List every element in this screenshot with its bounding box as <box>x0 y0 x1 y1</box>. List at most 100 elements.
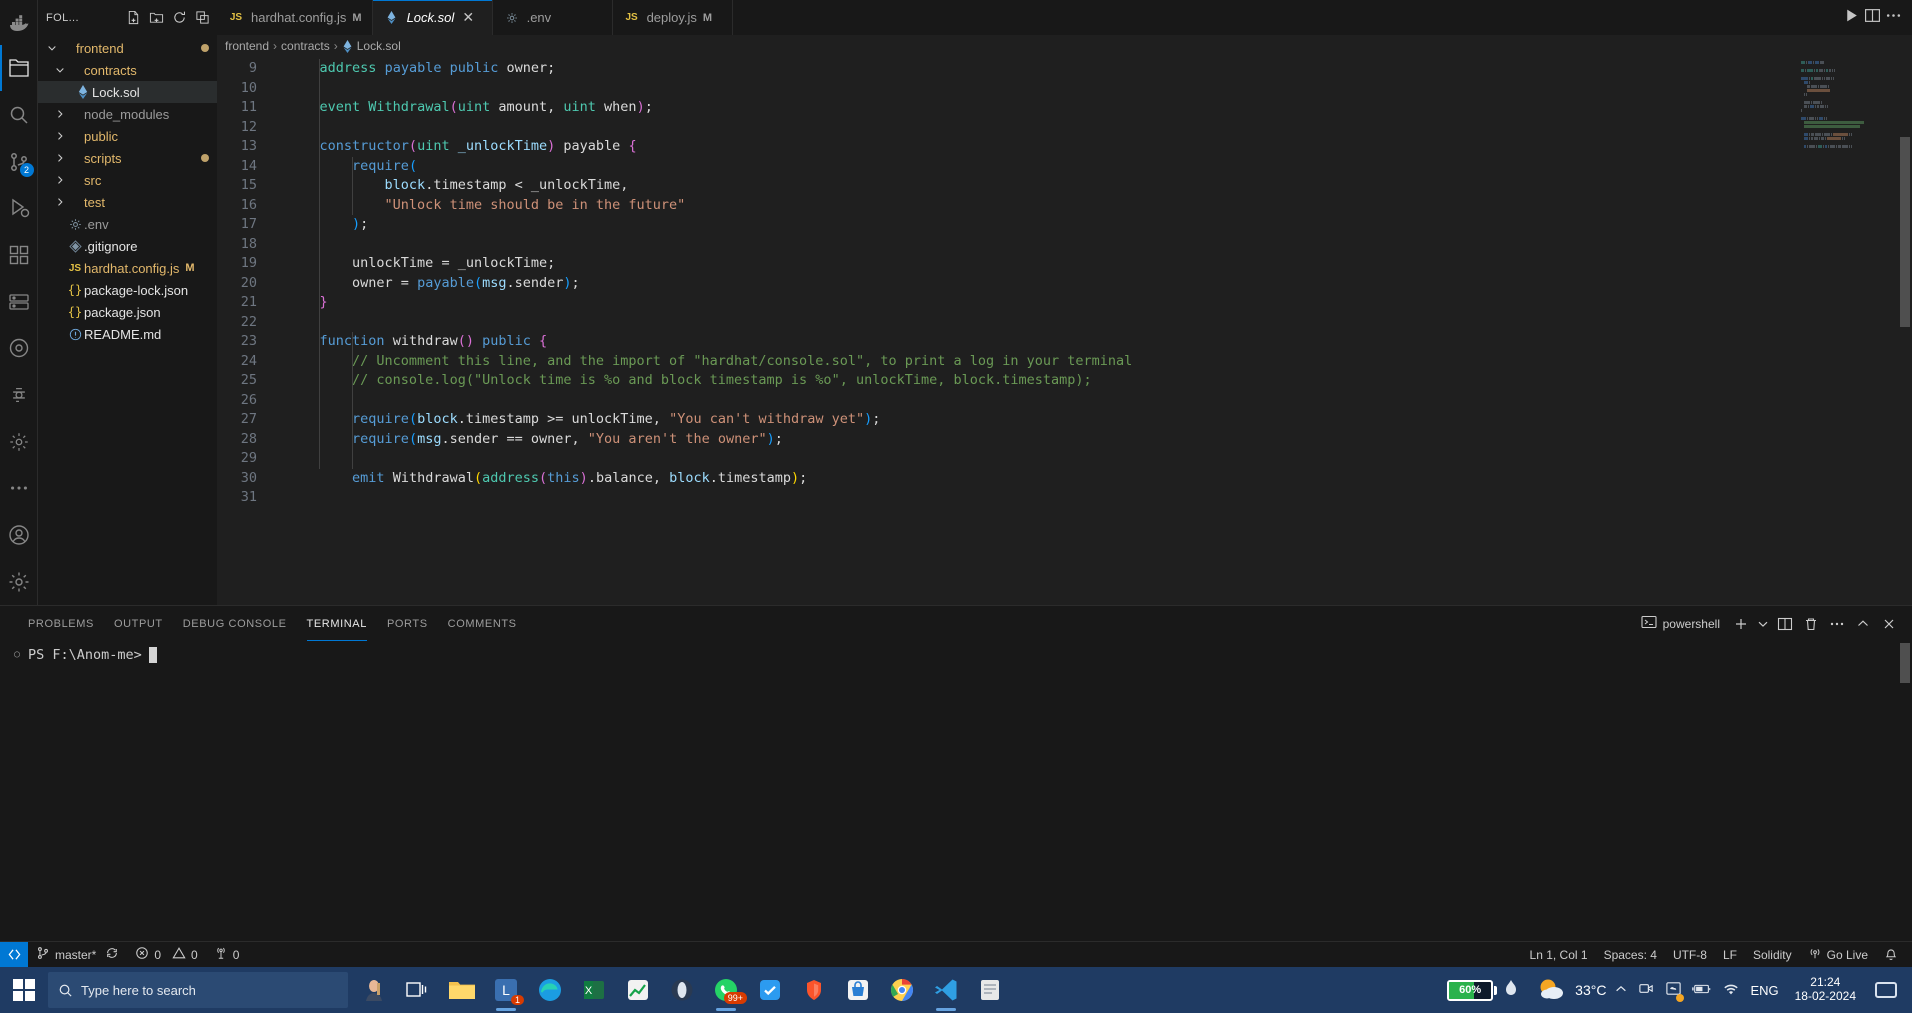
panel-tab-comments[interactable]: COMMENTS <box>438 606 527 641</box>
camera-icon[interactable] <box>1638 980 1655 1000</box>
status-language-mode[interactable]: Solidity <box>1745 942 1800 968</box>
chevron-up-icon[interactable] <box>1614 982 1628 999</box>
close-panel-button[interactable] <box>1878 613 1900 635</box>
chevron-right-icon[interactable] <box>54 175 66 185</box>
status-encoding[interactable]: UTF-8 <box>1665 942 1715 968</box>
chevron-down-icon[interactable] <box>54 65 66 75</box>
tree-item-node-modules[interactable]: node_modules <box>38 103 217 125</box>
tree-item--env[interactable]: .env <box>38 213 217 235</box>
split-editor-button[interactable] <box>1864 7 1881 29</box>
tree-item-public[interactable]: public <box>38 125 217 147</box>
chrome-icon[interactable] <box>882 967 922 1013</box>
terminal-output[interactable]: ○ PS F:\Anom-me> <box>0 641 1912 941</box>
remote-window-icon[interactable] <box>0 941 28 968</box>
excel-icon[interactable]: X <box>574 967 614 1013</box>
panel-tab-ports[interactable]: PORTS <box>377 606 438 641</box>
split-terminal-button[interactable] <box>1774 613 1796 635</box>
chevron-right-icon[interactable] <box>54 131 66 141</box>
lockdown-browser-icon[interactable]: L 1 <box>486 967 526 1013</box>
breadcrumb-item-subfolder[interactable]: contracts <box>281 39 330 53</box>
tree-item-frontend[interactable]: frontend <box>38 37 217 59</box>
store-icon[interactable] <box>838 967 878 1013</box>
tree-item-lock-sol[interactable]: Lock.sol <box>38 81 217 103</box>
source-control-icon[interactable]: 2 <box>0 138 38 185</box>
todoist-icon[interactable] <box>750 967 790 1013</box>
tree-item-package-lock-json[interactable]: {} package-lock.json <box>38 279 217 301</box>
panel-tab-problems[interactable]: PROBLEMS <box>18 606 104 641</box>
clock[interactable]: 21:24 18-02-2024 <box>1787 975 1864 1004</box>
run-debug-icon[interactable] <box>0 185 38 232</box>
manage-icon[interactable] <box>0 558 38 605</box>
figma-icon[interactable] <box>0 372 38 419</box>
tree-item-src[interactable]: src <box>38 169 217 191</box>
status-eol[interactable]: LF <box>1715 942 1745 968</box>
code-content[interactable]: address payable public owner; event With… <box>275 57 1912 605</box>
chevron-right-icon[interactable] <box>54 197 66 207</box>
language-indicator[interactable]: ENG <box>1750 983 1778 998</box>
new-terminal-button[interactable] <box>1730 613 1752 635</box>
terminal-tab-item[interactable]: powershell <box>1641 614 1726 633</box>
tree-item-test[interactable]: test <box>38 191 217 213</box>
panel-tab-terminal[interactable]: TERMINAL <box>297 606 377 641</box>
chevron-right-icon[interactable] <box>54 153 66 163</box>
breadcrumb-item-file[interactable]: Lock.sol <box>357 39 401 53</box>
new-folder-button[interactable] <box>145 7 167 29</box>
editor-more-actions-button[interactable] <box>1885 7 1902 29</box>
tree-item-hardhat-config-js[interactable]: JS hardhat.config.js M <box>38 257 217 279</box>
notes-icon[interactable] <box>970 967 1010 1013</box>
status-problems[interactable]: 0 0 <box>127 942 205 968</box>
editor-tab--env[interactable]: .env <box>492 0 613 35</box>
run-file-button[interactable] <box>1843 7 1860 29</box>
opera-icon[interactable] <box>662 967 702 1013</box>
breadcrumb-item-folder[interactable]: frontend <box>225 39 269 53</box>
brave-icon[interactable] <box>794 967 834 1013</box>
collapse-folders-button[interactable] <box>191 7 213 29</box>
extensions-icon[interactable] <box>0 232 38 279</box>
onedrive-icon[interactable] <box>1665 980 1685 1002</box>
file-explorer-icon[interactable] <box>442 967 482 1013</box>
status-indentation[interactable]: Spaces: 4 <box>1596 942 1665 968</box>
status-cursor-position[interactable]: Ln 1, Col 1 <box>1522 942 1596 968</box>
tree-item-scripts[interactable]: scripts <box>38 147 217 169</box>
maximize-panel-button[interactable] <box>1852 613 1874 635</box>
panel-tab-output[interactable]: OUTPUT <box>104 606 173 641</box>
vscode-icon[interactable] <box>926 967 966 1013</box>
tree-item-package-json[interactable]: {} package.json <box>38 301 217 323</box>
explorer-icon[interactable] <box>0 45 38 92</box>
edge-icon[interactable] <box>530 967 570 1013</box>
editor-vertical-scrollbar[interactable] <box>1898 57 1912 605</box>
action-center-icon[interactable] <box>1866 967 1906 1013</box>
testing-icon[interactable] <box>0 325 38 372</box>
tree-item-readme-md[interactable]: README.md <box>38 323 217 345</box>
chevron-down-icon[interactable] <box>46 43 58 53</box>
editor-tab-lock-sol[interactable]: Lock.sol ✕ <box>372 0 493 35</box>
new-file-button[interactable] <box>122 7 144 29</box>
sync-icon[interactable] <box>105 946 119 963</box>
chevron-down-icon[interactable] <box>1756 613 1770 635</box>
panel-tab-debug-console[interactable]: DEBUG CONSOLE <box>173 606 297 641</box>
docker-icon[interactable] <box>0 2 38 45</box>
settings-gear-icon[interactable] <box>0 418 38 465</box>
whatsapp-icon[interactable]: 99+ <box>706 967 747 1013</box>
weather-widget[interactable]: 33°C <box>1519 976 1606 1005</box>
editor-tab-deploy-js[interactable]: JS deploy.js M <box>612 0 733 35</box>
task-view-icon[interactable] <box>398 967 438 1013</box>
cortana-icon[interactable] <box>354 967 394 1013</box>
chevron-right-icon[interactable] <box>54 109 66 119</box>
battery-indicator[interactable]: 60% <box>1447 979 1517 1001</box>
wifi-icon[interactable] <box>1722 981 1740 1000</box>
accounts-icon[interactable] <box>0 512 38 559</box>
status-ports[interactable]: 0 <box>206 942 248 968</box>
scrollbar-thumb[interactable] <box>1900 137 1910 327</box>
close-tab-icon[interactable]: ✕ <box>460 9 476 26</box>
stocks-icon[interactable] <box>618 967 658 1013</box>
search-icon[interactable] <box>0 91 38 138</box>
refresh-explorer-button[interactable] <box>168 7 190 29</box>
remote-explorer-icon[interactable] <box>0 278 38 325</box>
status-go-live[interactable]: Go Live <box>1800 942 1876 968</box>
tree-item-contracts[interactable]: contracts <box>38 59 217 81</box>
tree-item--gitignore[interactable]: .gitignore <box>38 235 217 257</box>
panel-scrollbar-thumb[interactable] <box>1900 643 1910 683</box>
more-actions-icon[interactable] <box>0 465 38 512</box>
kill-terminal-button[interactable] <box>1800 613 1822 635</box>
